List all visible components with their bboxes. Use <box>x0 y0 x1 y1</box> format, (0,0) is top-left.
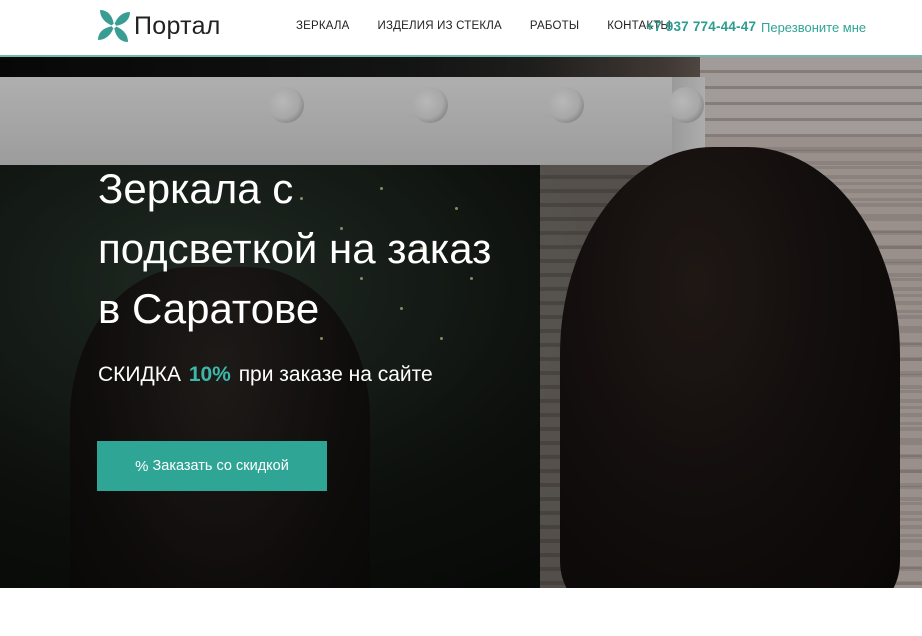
nav-item-works[interactable]: РАБОТЫ <box>530 20 579 32</box>
percent-icon: % <box>135 457 149 475</box>
logo[interactable]: Портал <box>96 6 221 46</box>
discount-value: 10% <box>188 363 231 386</box>
discount-text: СКИДКА 10% при заказе на сайте <box>98 363 433 386</box>
logo-flower-icon <box>98 10 130 42</box>
main-nav: ЗЕРКАЛА ИЗДЕЛИЯ ИЗ СТЕКЛА РАБОТЫ КОНТАКТ… <box>296 20 699 32</box>
logo-text: Портал <box>134 11 221 40</box>
callback-link[interactable]: Перезвоните мне <box>761 20 866 35</box>
nav-item-glass-products[interactable]: ИЗДЕЛИЯ ИЗ СТЕКЛА <box>378 20 502 32</box>
order-discount-button[interactable]: % Заказать со скидкой <box>97 441 327 491</box>
next-section <box>0 588 922 636</box>
nav-item-mirrors[interactable]: ЗЕРКАЛА <box>296 20 350 32</box>
hero-section: Зеркала с подсветкой на заказ в Саратове… <box>0 57 922 588</box>
hero-title: Зеркала с подсветкой на заказ в Саратове <box>98 165 492 332</box>
site-header: Портал ЗЕРКАЛА ИЗДЕЛИЯ ИЗ СТЕКЛА РАБОТЫ … <box>0 0 922 57</box>
phone-link[interactable]: +7 937 774-44-47 <box>646 19 756 34</box>
